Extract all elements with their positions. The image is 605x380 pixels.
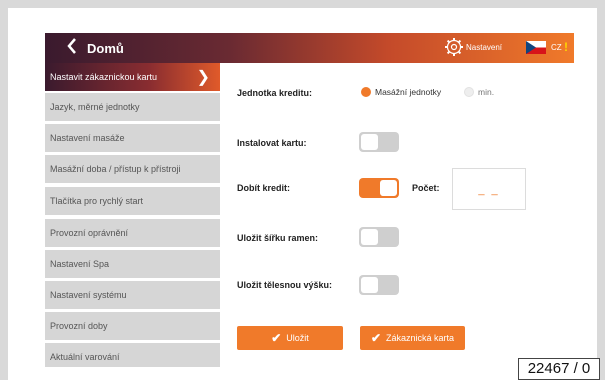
sidebar-item-permissions[interactable]: Provozní oprávnění <box>45 219 220 248</box>
top-up-toggle[interactable] <box>359 178 399 198</box>
sidebar-item-label: Tlačítka pro rychlý start <box>50 196 144 206</box>
radio-minutes[interactable] <box>464 87 474 97</box>
chevron-right-icon: ❯ <box>196 69 210 86</box>
shoulder-width-toggle[interactable] <box>359 227 399 247</box>
sidebar-item-spa-settings[interactable]: Nastavení Spa <box>45 250 220 279</box>
count-label: Počet: <box>412 183 440 193</box>
shoulder-width-label: Uložit šířku ramen: <box>237 233 319 243</box>
sidebar-item-massage-settings[interactable]: Nastavení masáže <box>45 124 220 153</box>
czech-flag-icon[interactable] <box>526 41 546 54</box>
sidebar-item-massage-time[interactable]: Masážní doba / přístup k přístroji <box>45 155 220 184</box>
chevron-left-icon <box>67 38 76 54</box>
body-height-toggle[interactable] <box>359 275 399 295</box>
document-reference: 22467 / 0 <box>518 358 600 380</box>
sidebar-item-system-settings[interactable]: Nastavení systému <box>45 281 220 310</box>
sidebar-item-label: Jazyk, měrné jednotky <box>50 102 140 112</box>
body-height-label: Uložit tělesnou výšku: <box>237 280 333 290</box>
sidebar-item-quick-start[interactable]: Tlačítka pro rychlý start <box>45 187 220 216</box>
back-button[interactable] <box>67 38 77 58</box>
save-button[interactable]: ✔ Uložit <box>237 326 343 350</box>
toggle-knob <box>361 277 378 293</box>
sidebar-item-label: Nastavit zákaznickou kartu <box>50 72 158 82</box>
sidebar-item-label: Nastavení masáže <box>50 133 125 143</box>
sidebar-item-label: Provozní doby <box>50 321 108 331</box>
toggle-knob <box>380 180 397 196</box>
sidebar-item-label: Provozní oprávnění <box>50 228 129 238</box>
sidebar-item-language-units[interactable]: Jazyk, měrné jednotky <box>45 93 220 122</box>
sidebar-item-current-warnings[interactable]: Aktuální varování <box>45 343 220 367</box>
radio-massage-units[interactable] <box>361 87 371 97</box>
check-icon: ✔ <box>370 331 382 345</box>
top-bar: Domů Nastavení CZ ! <box>45 33 574 63</box>
top-up-label: Dobít kredit: <box>237 183 290 193</box>
sidebar-item-label: Nastavení systému <box>50 290 127 300</box>
language-code[interactable]: CZ <box>551 43 562 52</box>
check-icon: ✔ <box>271 331 282 345</box>
gear-icon[interactable] <box>444 37 464 57</box>
sidebar-item-label: Aktuální varování <box>50 352 120 362</box>
sidebar-item-label: Nastavení Spa <box>50 259 110 269</box>
sidebar-item-customer-card[interactable]: Nastavit zákaznickou kartu ❯ <box>45 63 220 92</box>
toggle-knob <box>361 134 378 150</box>
sidebar: Nastavit zákaznickou kartu ❯ Jazyk, měrn… <box>45 63 220 367</box>
page-title[interactable]: Domů <box>87 41 124 56</box>
install-card-toggle[interactable] <box>359 132 399 152</box>
radio-massage-units-label[interactable]: Masážní jednotky <box>375 87 441 97</box>
exclamation-icon[interactable]: ! <box>564 40 568 54</box>
customer-card-button[interactable]: ✔ Zákaznická karta <box>360 326 465 350</box>
sidebar-item-label: Masážní doba / přístup k přístroji <box>50 164 181 174</box>
save-button-label: Uložit <box>286 333 309 343</box>
sidebar-item-operating-hours[interactable]: Provozní doby <box>45 312 220 341</box>
count-input[interactable]: _ _ <box>452 168 526 210</box>
radio-minutes-label[interactable]: min. <box>478 87 494 97</box>
toggle-knob <box>361 229 378 245</box>
customer-card-button-label: Zákaznická karta <box>386 333 455 343</box>
settings-label[interactable]: Nastavení <box>466 43 502 52</box>
credit-unit-label: Jednotka kreditu: <box>237 88 313 98</box>
install-card-label: Instalovat kartu: <box>237 138 307 148</box>
